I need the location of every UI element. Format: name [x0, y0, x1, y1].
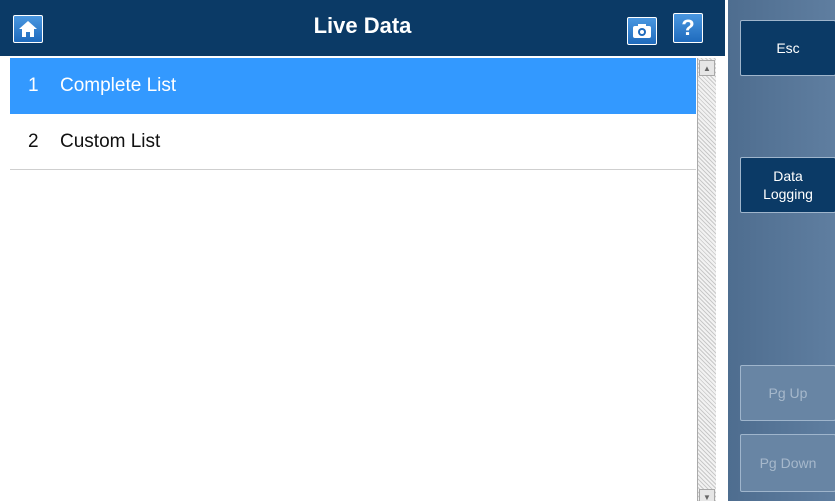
screenshot-button[interactable]	[627, 17, 657, 45]
data-logging-label-line1: Data	[773, 168, 803, 184]
camera-icon	[633, 24, 651, 38]
scroll-up-arrow-icon[interactable]: ▲	[699, 60, 715, 76]
page-up-button[interactable]: Pg Up	[740, 365, 835, 421]
header-bar: Live Data ?	[0, 0, 725, 56]
list-item-custom-list[interactable]: 2 Custom List	[10, 114, 696, 170]
list-item-number: 2	[28, 130, 39, 152]
scroll-down-arrow-icon[interactable]: ▼	[699, 489, 715, 501]
esc-button[interactable]: Esc	[740, 20, 835, 76]
help-button[interactable]: ?	[673, 13, 703, 43]
data-logging-button[interactable]: Data Logging	[740, 157, 835, 213]
list-item-label: Complete List	[60, 74, 177, 96]
page-title: Live Data	[313, 13, 412, 38]
menu-list: 1 Complete List 2 Custom List	[10, 58, 696, 501]
function-sidebar: Esc Data Logging Pg Up Pg Down	[725, 0, 835, 501]
list-item-complete-list[interactable]: 1 Complete List	[10, 58, 696, 114]
page-down-button[interactable]: Pg Down	[740, 434, 835, 492]
list-item-label: Custom List	[60, 130, 161, 152]
vertical-scrollbar[interactable]: ▲ ▼	[697, 58, 716, 501]
data-logging-label-line2: Logging	[763, 186, 813, 202]
list-item-number: 1	[28, 74, 39, 96]
